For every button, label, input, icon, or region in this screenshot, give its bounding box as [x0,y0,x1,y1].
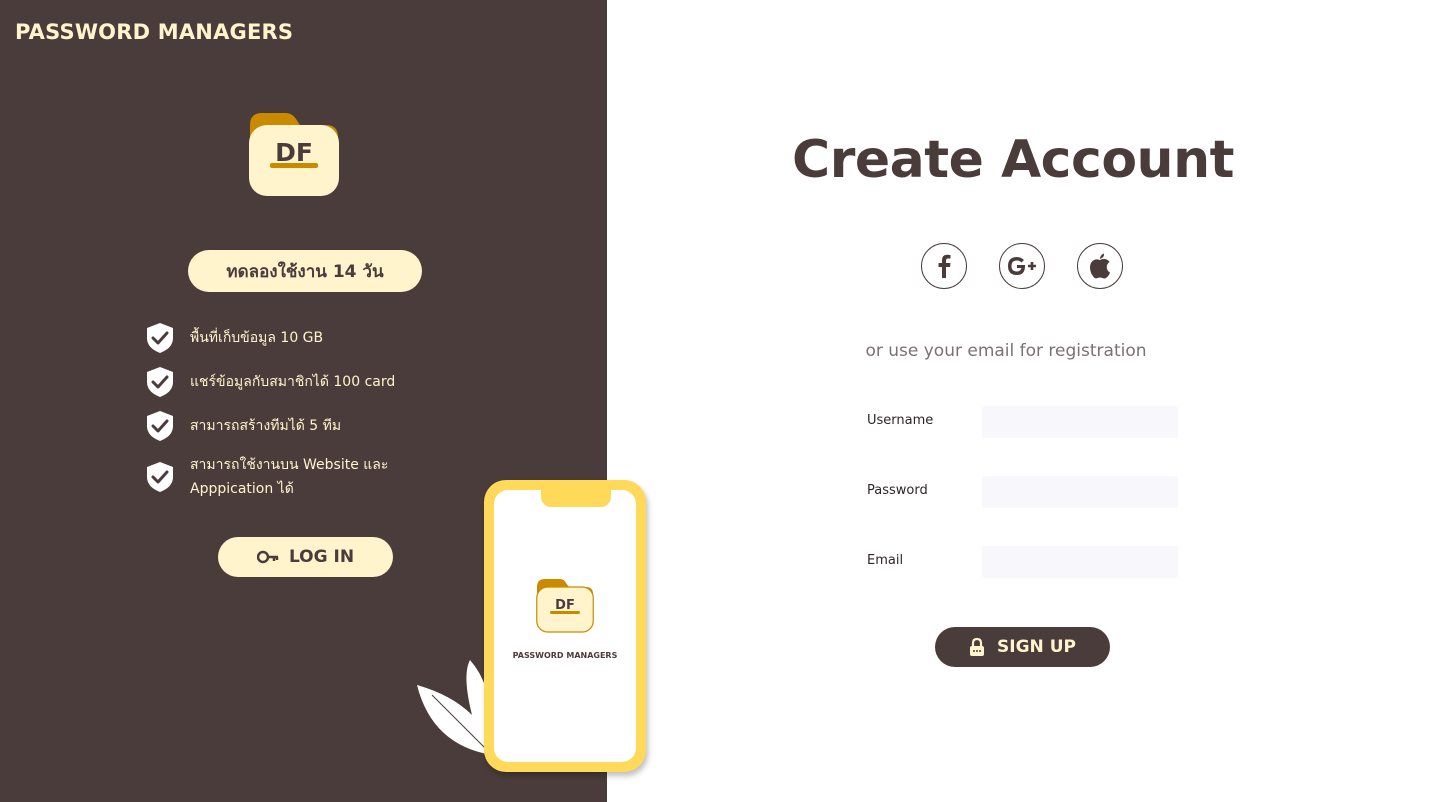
username-label: Username [867,413,934,428]
facebook-icon [938,254,951,278]
signup-button[interactable]: SIGN UP [935,627,1110,667]
df-folder-logo-icon: DF [536,579,594,633]
phone-mockup: DF PASSWORD MANAGERS [484,480,646,772]
shield-check-icon [147,323,173,353]
apple-icon [1090,253,1110,279]
lock-icon [970,637,985,656]
feature-item: สามารถสร้างทีมได้ 5 ทีม [146,410,341,442]
shield-check-icon [147,367,173,397]
brand-title: PASSWORD MANAGERS [15,20,294,44]
password-label: Password [867,483,928,498]
trial-badge: ทดลองใช้งาน 14 วัน [188,250,422,292]
login-label: LOG IN [288,547,355,567]
username-input[interactable] [982,406,1178,438]
phone-notch [541,488,611,507]
apple-button[interactable] [1077,243,1123,289]
df-folder-logo-icon: DF [249,113,339,196]
google-plus-icon [1008,257,1036,275]
feature-text: สามารถสร้างทีมได้ 5 ทีม [190,418,342,434]
shield-check-icon [147,411,173,441]
login-button[interactable]: LOG IN [218,537,393,577]
google-plus-button[interactable] [999,243,1045,289]
phone-logo-text: DF [555,598,575,613]
facebook-button[interactable] [921,243,967,289]
feature-item: แชร์ข้อมูลกับสมาชิกได้ 100 card [146,366,395,398]
registration-hint: or use your email for registration [865,341,1147,361]
logo-text: DF [275,138,313,167]
feature-text: สามารถใช้งานบน Website และ Apppication ไ… [190,457,389,497]
feature-item: พื้นที่เก็บข้อมูล 10 GB [146,322,323,354]
page-title: Create Account [792,130,1234,190]
signup-label: SIGN UP [997,637,1076,657]
feature-text: แชร์ข้อมูลกับสมาชิกได้ 100 card [190,374,396,390]
key-icon [256,550,279,564]
feature-item: สามารถใช้งานบน Website และ Apppication ไ… [146,453,410,501]
shield-check-icon [147,462,173,492]
phone-brand-title: PASSWORD MANAGERS [512,651,618,660]
password-input[interactable] [982,476,1178,508]
phone-screen: DF PASSWORD MANAGERS [494,488,636,762]
feature-text: พื้นที่เก็บข้อมูล 10 GB [190,330,324,346]
email-label: Email [867,553,904,568]
email-input[interactable] [982,546,1178,578]
